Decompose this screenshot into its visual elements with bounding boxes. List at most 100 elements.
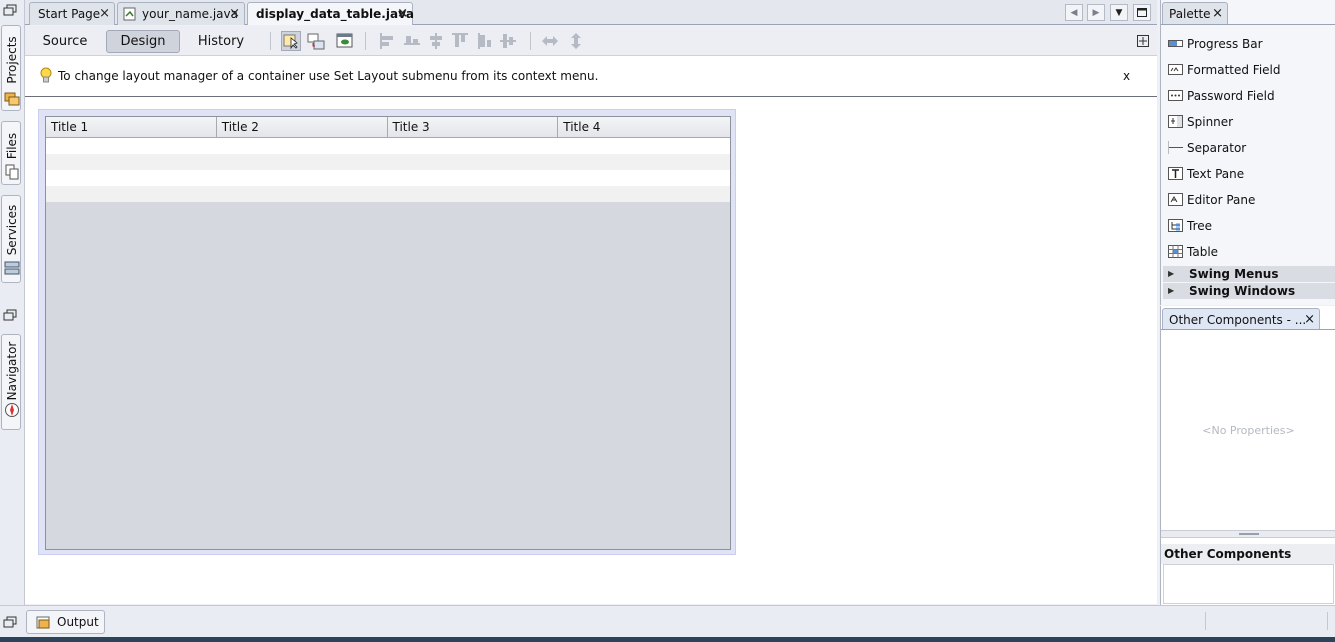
scroll-tabs-left-button[interactable]: ◀ <box>1065 4 1083 21</box>
close-properties-icon[interactable]: × <box>1304 312 1315 327</box>
palette-item-spinner[interactable]: Spinner <box>1161 109 1335 135</box>
palette-item-label: Tree <box>1187 219 1213 233</box>
palette-category-swing-menus[interactable]: ▶ Swing Menus <box>1163 266 1335 282</box>
palette-tab-label: Palette <box>1169 6 1211 21</box>
tree-icon <box>1168 219 1183 232</box>
connection-mode-icon[interactable] <box>306 31 326 51</box>
maximize-icon <box>1137 8 1147 17</box>
grip-icon <box>1239 533 1259 535</box>
close-tab-icon[interactable]: × <box>229 6 240 21</box>
tab-start-page[interactable]: Start Page × <box>29 2 115 25</box>
design-canvas[interactable]: Title 1 Title 2 Title 3 Title 4 <box>25 97 1157 604</box>
properties-section-title: Other Components <box>1161 544 1335 564</box>
properties-panel: Other Components - ... × <No Properties>… <box>1160 306 1335 605</box>
maximize-window-button[interactable] <box>1133 4 1151 21</box>
preview-design-icon[interactable] <box>335 31 355 51</box>
history-view-button[interactable]: History <box>191 30 251 53</box>
center-horizontally-icon[interactable] <box>426 31 446 51</box>
editor-pane-icon <box>1168 193 1183 206</box>
services-tab[interactable]: Services <box>1 195 21 283</box>
align-top-icon[interactable] <box>450 31 470 51</box>
column-header[interactable]: Title 1 <box>46 117 217 137</box>
navigator-tab[interactable]: Navigator <box>1 334 21 430</box>
palette-item-formatted-field[interactable]: Formatted Field <box>1161 57 1335 83</box>
bottom-status-bar: Output <box>0 605 1335 637</box>
selection-mode-icon[interactable] <box>281 31 301 51</box>
table-row[interactable] <box>46 186 730 202</box>
tab-label: display_data_table.java <box>256 7 414 21</box>
show-opened-documents-button[interactable]: ▼ <box>1110 4 1128 21</box>
column-header[interactable]: Title 2 <box>217 117 388 137</box>
close-tab-icon[interactable]: × <box>99 6 110 21</box>
palette-item-editor-pane[interactable]: Editor Pane <box>1161 187 1335 213</box>
table-row[interactable] <box>46 154 730 170</box>
palette-category-label: Swing Menus <box>1189 267 1279 281</box>
tab-display-data-table-java[interactable]: display_data_table.java × <box>247 2 414 25</box>
progress-bar-icon <box>1168 40 1183 47</box>
left-side-strip: Projects Files Services Navigator <box>0 0 25 605</box>
lightbulb-icon <box>40 67 52 83</box>
table-header: Title 1 Title 2 Title 3 Title 4 <box>46 117 730 138</box>
maximize-editor-icon[interactable] <box>1137 35 1149 47</box>
palette-item-password-field[interactable]: Password Field <box>1161 83 1335 109</box>
palette-category-label: Swing Windows <box>1189 284 1296 298</box>
tab-your-name-java[interactable]: your_name.java × <box>117 2 245 25</box>
scroll-tabs-right-button[interactable]: ▶ <box>1087 4 1105 21</box>
table-row[interactable] <box>46 138 730 154</box>
resize-horizontal-icon[interactable] <box>540 31 560 51</box>
palette-item-progress-bar[interactable]: Progress Bar <box>1161 31 1335 57</box>
arrow-right-icon: ▶ <box>1092 7 1100 18</box>
source-view-button[interactable]: Source <box>37 30 93 53</box>
files-tab[interactable]: Files <box>1 121 21 185</box>
projects-tab[interactable]: Projects <box>1 25 21 111</box>
palette-category-swing-windows[interactable]: ▶ Swing Windows <box>1163 283 1335 299</box>
palette-item-tree[interactable]: Tree <box>1161 213 1335 239</box>
table-row[interactable] <box>46 170 730 186</box>
palette-item-label: Editor Pane <box>1187 193 1256 207</box>
close-palette-icon[interactable]: × <box>1212 6 1223 21</box>
restore-navigator-icon[interactable] <box>3 309 17 321</box>
align-right-icon[interactable] <box>402 31 422 51</box>
arrow-left-icon: ◀ <box>1070 7 1078 18</box>
files-icon <box>5 164 19 180</box>
center-vertically-icon[interactable] <box>498 31 518 51</box>
output-icon <box>36 616 50 629</box>
jframe-form[interactable]: Title 1 Title 2 Title 3 Title 4 <box>38 109 736 555</box>
column-header[interactable]: Title 4 <box>558 117 730 137</box>
table-icon <box>1168 245 1183 258</box>
spinner-icon <box>1168 115 1183 128</box>
expand-arrow-icon: ▶ <box>1168 269 1175 278</box>
hint-text: To change layout manager of a container … <box>58 69 599 83</box>
properties-splitter[interactable] <box>1161 530 1335 538</box>
projects-tab-label: Projects <box>5 36 19 84</box>
services-icon <box>4 261 20 275</box>
palette-item-label: Password Field <box>1187 89 1275 103</box>
os-taskbar-strip <box>0 637 1335 642</box>
palette-item-label: Table <box>1187 245 1219 259</box>
restore-window-icon[interactable] <box>3 4 17 16</box>
no-properties-text: <No Properties> <box>1202 424 1295 437</box>
navigator-tab-label: Navigator <box>5 341 19 401</box>
services-tab-label: Services <box>5 204 19 256</box>
align-left-icon[interactable] <box>378 31 398 51</box>
formatted-field-icon <box>1168 64 1183 75</box>
files-tab-label: Files <box>5 132 19 160</box>
hint-close-button[interactable]: x <box>1123 69 1130 83</box>
output-tab[interactable]: Output <box>26 610 105 634</box>
properties-description-area <box>1163 564 1334 604</box>
palette-panel: Palette × Progress Bar Formatted Field P… <box>1160 0 1335 305</box>
palette-item-separator[interactable]: Separator <box>1161 135 1335 161</box>
close-tab-icon[interactable]: × <box>397 6 408 21</box>
column-header[interactable]: Title 3 <box>388 117 559 137</box>
resize-vertical-icon[interactable] <box>566 31 586 51</box>
restore-output-icon[interactable] <box>3 616 17 628</box>
design-view-button[interactable]: Design <box>106 30 180 53</box>
text-pane-icon <box>1168 167 1183 180</box>
palette-tab[interactable]: Palette × <box>1162 2 1228 24</box>
palette-item-table[interactable]: Table <box>1161 239 1335 265</box>
other-components-tab[interactable]: Other Components - ... × <box>1162 308 1320 330</box>
palette-item-label: Separator <box>1187 141 1247 155</box>
align-bottom-icon[interactable] <box>474 31 494 51</box>
palette-item-text-pane[interactable]: Text Pane <box>1161 161 1335 187</box>
jtable-component[interactable]: Title 1 Title 2 Title 3 Title 4 <box>45 116 731 550</box>
